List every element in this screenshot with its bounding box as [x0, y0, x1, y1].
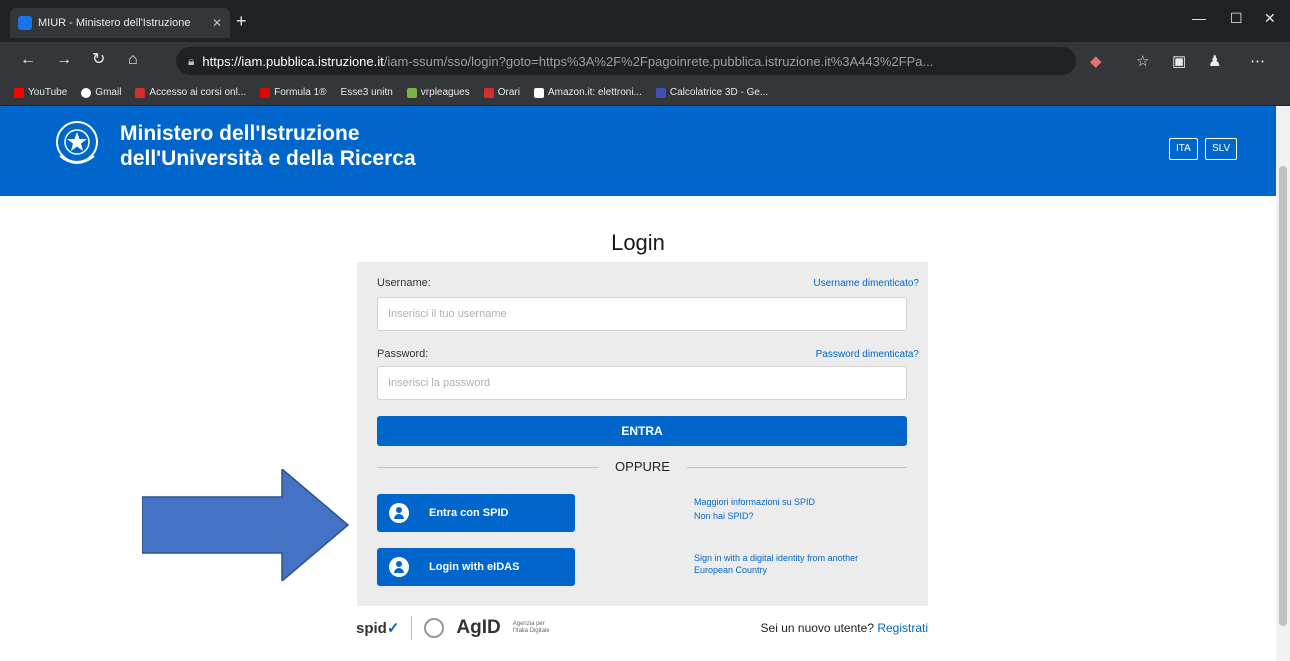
collections-icon[interactable]: ▣	[1172, 52, 1186, 70]
register-link[interactable]: Registrati	[877, 621, 928, 635]
new-user-label: Sei un nuovo utente?	[760, 621, 874, 635]
bookmark-vrpleagues[interactable]: vrpleagues	[406, 87, 470, 98]
gmail-icon	[81, 87, 92, 98]
bookmarks-bar: YouTube Gmail Accesso ai corsi onl... Fo…	[0, 80, 1290, 106]
password-field[interactable]	[377, 366, 907, 400]
login-form: Username: Username dimenticato? Password…	[357, 262, 928, 606]
spid-login-label: Entra con SPID	[429, 507, 509, 519]
spid-logo: spid✓	[356, 620, 400, 637]
ministry-title-line2: dell'Università e della Ricerca	[120, 147, 416, 170]
lang-slv-button[interactable]: SLV	[1205, 138, 1238, 160]
bookmark-accesso[interactable]: Accesso ai corsi onl...	[135, 87, 246, 98]
password-label: Password:	[377, 348, 429, 360]
entra-button[interactable]: ENTRA	[377, 416, 907, 446]
ministry-title-line1: Ministero dell'Istruzione	[120, 122, 360, 145]
extension-icon[interactable]: ◆	[1090, 52, 1102, 70]
footer-logos: spid✓ AgID Agenzia per l'Italia Digitale	[356, 616, 557, 640]
ministry-title: Ministero dell'Istruzione dell'Universit…	[120, 121, 416, 171]
address-bar[interactable]: 🔒︎ https://iam.pubblica.istruzione.it/ia…	[176, 47, 1076, 75]
geogebra-icon	[655, 87, 666, 98]
page-title: Login	[611, 230, 665, 255]
site-favicon-icon	[18, 16, 32, 30]
browser-tab-bar: MIUR - Ministero dell'Istruzione ✕ + — ☐…	[0, 0, 1290, 42]
more-menu-icon[interactable]: ⋯	[1250, 52, 1265, 70]
lock-icon: 🔒︎	[188, 53, 195, 68]
user-icon	[389, 557, 409, 577]
italian-republic-emblem-icon	[56, 121, 98, 164]
site-header: Ministero dell'Istruzione dell'Universit…	[0, 106, 1276, 196]
eidas-login-label: Login with eIDAS	[429, 561, 520, 573]
spid-info-link[interactable]: Maggiori informazioni su SPID	[694, 496, 904, 508]
forgot-username-link[interactable]: Username dimenticato?	[813, 278, 919, 289]
username-field[interactable]	[377, 297, 907, 331]
lang-ita-button[interactable]: ITA	[1169, 138, 1198, 160]
bookmark-gmail[interactable]: Gmail	[81, 87, 121, 98]
minimize-icon[interactable]: —	[1192, 10, 1206, 26]
profile-icon[interactable]: ♟	[1208, 52, 1221, 70]
agid-logo-icon	[424, 618, 445, 638]
tab-title: MIUR - Ministero dell'Istruzione	[38, 17, 191, 29]
bookmark-formula1[interactable]: Formula 1®	[260, 87, 327, 98]
bookmark-icon	[135, 87, 146, 98]
forward-icon[interactable]: →	[56, 51, 72, 69]
maximize-icon[interactable]: ☐	[1230, 10, 1243, 27]
close-tab-icon[interactable]: ✕	[212, 16, 222, 30]
forgot-password-link[interactable]: Password dimenticata?	[816, 349, 919, 360]
bookmark-esse3[interactable]: Esse3 unitn	[341, 87, 393, 98]
youtube-icon	[14, 87, 24, 98]
agid-subtitle: Agenzia per l'Italia Digitale	[512, 621, 550, 634]
check-icon: ✓	[386, 620, 400, 637]
url-host: https://iam.pubblica.istruzione.it	[202, 53, 384, 69]
agid-logo: AgID	[456, 617, 501, 638]
formula1-icon	[260, 87, 271, 98]
spid-login-button[interactable]: Entra con SPID	[377, 494, 575, 532]
home-icon[interactable]: ⌂	[128, 51, 138, 69]
refresh-icon[interactable]: ↻	[92, 51, 105, 69]
user-icon	[389, 503, 409, 523]
bookmark-youtube[interactable]: YouTube	[14, 87, 67, 98]
annotation-arrow-icon	[142, 469, 350, 581]
browser-nav-bar: ← → ↻ ⌂ 🔒︎ https://iam.pubblica.istruzio…	[0, 42, 1290, 80]
page-scrollbar[interactable]	[1276, 106, 1290, 661]
vrpleagues-icon	[406, 87, 417, 98]
register-prompt: Sei un nuovo utente? Registrati	[761, 621, 928, 635]
logo-separator	[411, 616, 413, 640]
new-tab-button[interactable]: +	[236, 12, 247, 30]
scrollbar-thumb[interactable]	[1279, 166, 1287, 626]
page-content: Ministero dell'Istruzione dell'Universit…	[0, 106, 1276, 661]
browser-tab[interactable]: MIUR - Ministero dell'Istruzione ✕	[10, 8, 230, 38]
favorites-icon[interactable]: ☆	[1136, 52, 1149, 70]
divider-right	[687, 467, 907, 468]
eidas-info-link[interactable]: Sign in with a digital identity from ano…	[694, 552, 894, 576]
eidas-login-button[interactable]: Login with eIDAS	[377, 548, 575, 586]
amazon-icon	[533, 87, 544, 98]
username-label: Username:	[377, 277, 431, 289]
url-path: /iam-ssum/sso/login?goto=https%3A%2F%2Fp…	[383, 53, 934, 69]
back-icon[interactable]: ←	[20, 51, 36, 69]
bookmark-orari[interactable]: Orari	[483, 87, 520, 98]
close-window-icon[interactable]: ✕	[1264, 10, 1276, 27]
bookmark-icon	[483, 87, 494, 98]
bookmark-calcolatrice[interactable]: Calcolatrice 3D - Ge...	[655, 87, 768, 98]
bookmark-amazon[interactable]: Amazon.it: elettroni...	[533, 87, 642, 98]
no-spid-link[interactable]: Non hai SPID?	[694, 510, 904, 522]
